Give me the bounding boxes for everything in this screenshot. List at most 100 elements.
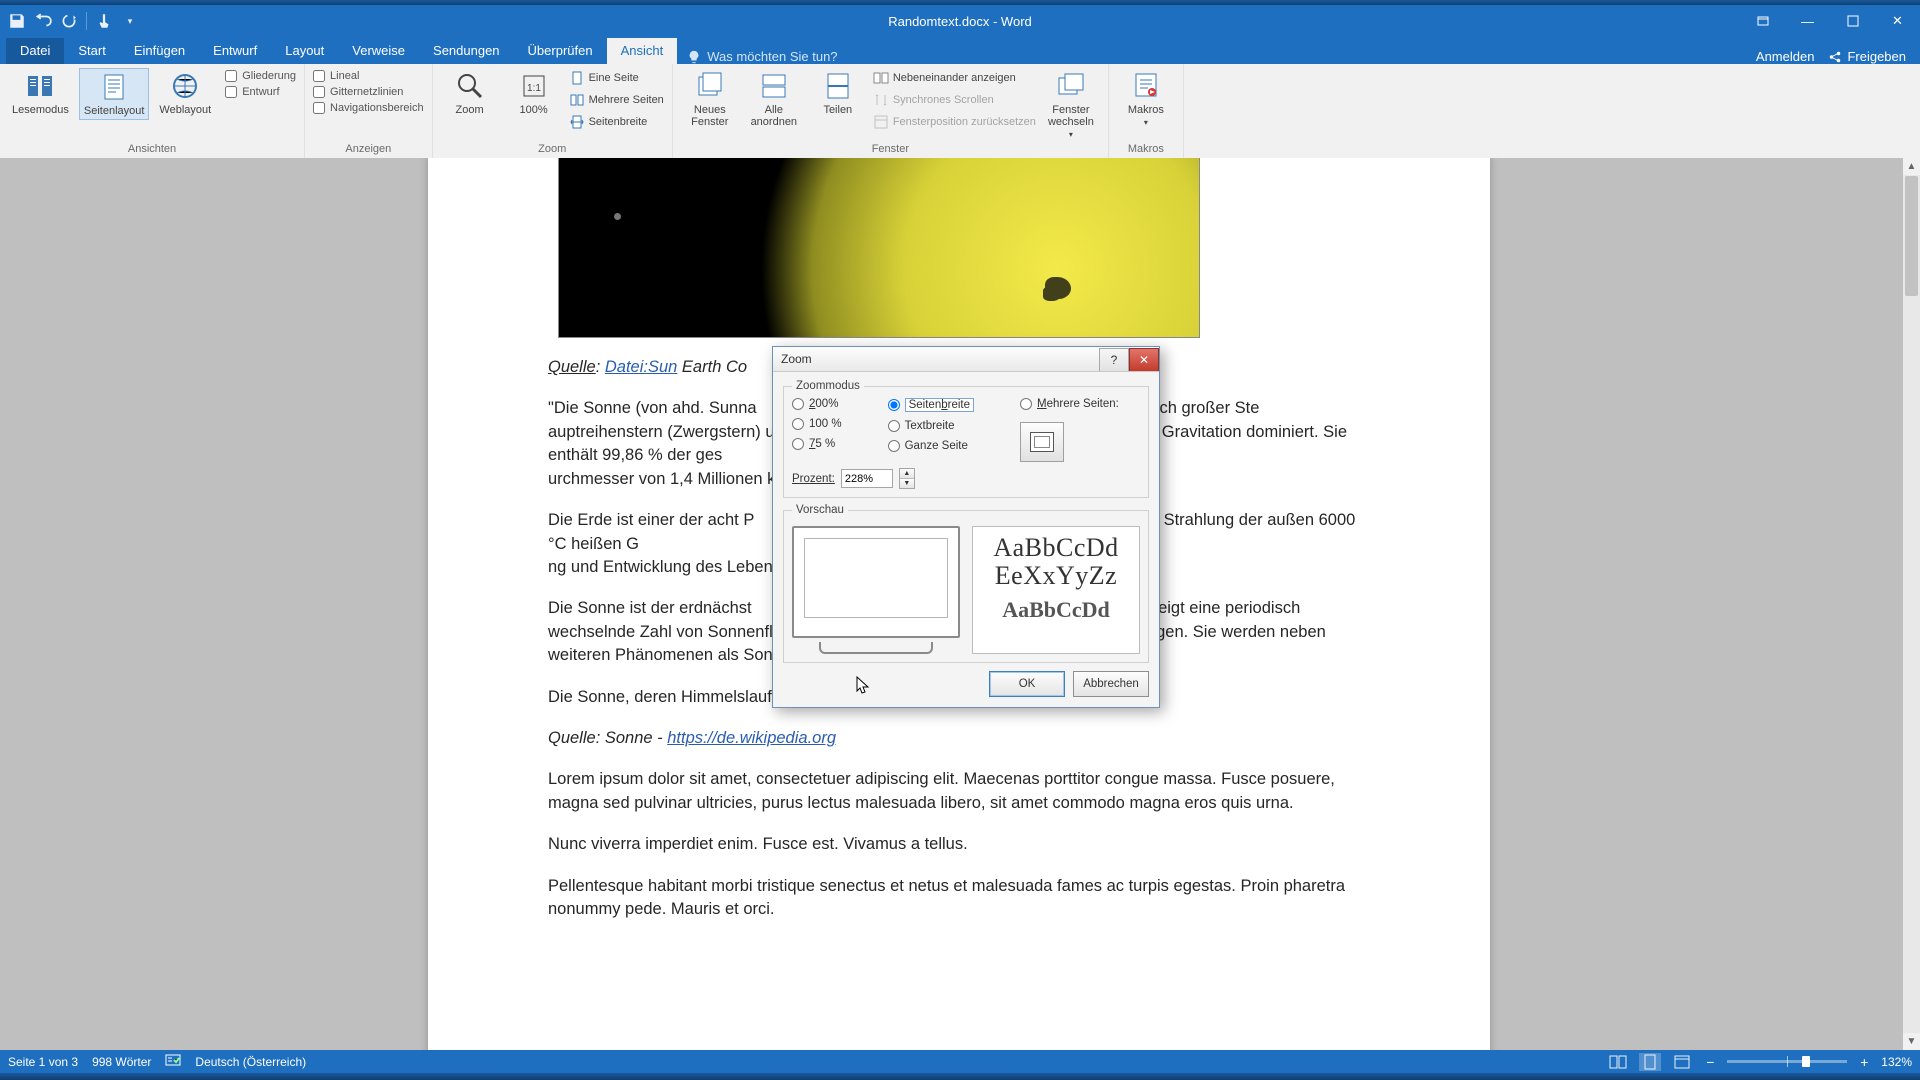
view-print-icon[interactable]: [1639, 1053, 1661, 1071]
page-width-button[interactable]: Seitenbreite: [569, 114, 664, 130]
radio-200[interactable]: 200%: [792, 398, 842, 410]
status-page[interactable]: Seite 1 von 3: [8, 1055, 78, 1069]
tell-me-search[interactable]: Was möchten Sie tun?: [687, 49, 837, 64]
radio-page-width[interactable]: Seitenbreite: [888, 398, 974, 412]
tab-start[interactable]: Start: [64, 38, 119, 64]
source-line: Quelle: Sonne - https://de.wikipedia.org: [548, 727, 1370, 750]
tab-mailings[interactable]: Sendungen: [419, 38, 514, 64]
spin-up-icon[interactable]: ▲: [900, 469, 914, 479]
status-proofing-icon[interactable]: [165, 1053, 181, 1070]
cancel-button[interactable]: Abbrechen: [1073, 671, 1149, 697]
save-icon[interactable]: [8, 12, 26, 30]
vertical-scrollbar[interactable]: ▲ ▼: [1903, 158, 1920, 1050]
undo-icon[interactable]: [34, 12, 52, 30]
ruler-checkbox[interactable]: Lineal: [313, 70, 424, 82]
outline-checkbox[interactable]: Gliederung: [225, 70, 296, 82]
split-button[interactable]: Teilen: [809, 68, 867, 118]
zoom-in-button[interactable]: +: [1857, 1054, 1871, 1070]
tab-references[interactable]: Verweise: [338, 38, 419, 64]
one-page-button[interactable]: Eine Seite: [569, 70, 664, 86]
one-page-icon: [569, 70, 585, 86]
arrange-all-icon: [758, 70, 790, 102]
side-by-side-icon: [873, 70, 889, 86]
ribbon-tabs: Datei Start Einfügen Entwurf Layout Verw…: [0, 37, 1920, 64]
print-layout-button[interactable]: Seitenlayout: [79, 68, 150, 120]
document-image-sun[interactable]: [558, 158, 1200, 338]
macros-button[interactable]: Makros▾: [1117, 68, 1175, 129]
tab-file[interactable]: Datei: [6, 38, 64, 64]
qat-customize-icon[interactable]: ▾: [121, 12, 139, 30]
radio-text-width[interactable]: Textbreite: [888, 420, 974, 432]
zoom-out-button[interactable]: −: [1703, 1054, 1717, 1070]
read-mode-button[interactable]: Lesemodus: [8, 68, 73, 118]
scroll-up-icon[interactable]: ▲: [1903, 158, 1920, 175]
zoom-mode-group: Zoommodus 200% 100 % 75 % Seitenbreite T…: [783, 380, 1149, 498]
ribbon-group-zoom: Zoom 1:1 100% Eine Seite Mehrere Seiten …: [433, 64, 673, 158]
read-mode-icon: [24, 70, 56, 102]
spin-down-icon[interactable]: ▼: [900, 479, 914, 488]
window-controls: — ✕: [1740, 9, 1920, 34]
new-window-button[interactable]: Neues Fenster: [681, 68, 739, 130]
tell-me-placeholder: Was möchten Sie tun?: [707, 49, 837, 64]
group-label-window: Fenster: [681, 141, 1100, 158]
navpane-checkbox[interactable]: Navigationsbereich: [313, 102, 424, 114]
side-by-side-button[interactable]: Nebeneinander anzeigen: [873, 70, 1036, 86]
radio-100[interactable]: 100 %: [792, 418, 842, 430]
share-button[interactable]: Freigeben: [1828, 49, 1906, 64]
tab-design[interactable]: Entwurf: [199, 38, 271, 64]
preview-monitor: [792, 526, 960, 654]
macros-icon: [1130, 70, 1162, 102]
close-button[interactable]: ✕: [1875, 9, 1920, 34]
zoom-slider[interactable]: [1727, 1060, 1847, 1063]
share-icon: [1828, 50, 1842, 64]
radio-many-pages[interactable]: Mehrere Seiten:: [1020, 398, 1119, 410]
zoom-button[interactable]: Zoom: [441, 68, 499, 118]
reset-window-pos-button[interactable]: Fensterposition zurücksetzen: [873, 114, 1036, 130]
percent-spinner[interactable]: ▲▼: [899, 468, 915, 489]
preview-legend: Vorschau: [792, 504, 848, 516]
radio-75[interactable]: 75 %: [792, 438, 842, 450]
view-web-icon[interactable]: [1671, 1053, 1693, 1071]
arrange-all-button[interactable]: Alle anordnen: [745, 68, 803, 130]
ok-button[interactable]: OK: [989, 671, 1065, 697]
draft-checkbox[interactable]: Entwurf: [225, 86, 296, 98]
web-layout-button[interactable]: Weblayout: [155, 68, 215, 118]
dialog-close-button[interactable]: ✕: [1129, 348, 1159, 371]
multi-page-button[interactable]: Mehrere Seiten: [569, 92, 664, 108]
sync-scroll-button[interactable]: Synchrones Scrollen: [873, 92, 1036, 108]
tab-view[interactable]: Ansicht: [607, 38, 678, 64]
split-icon: [822, 70, 854, 102]
many-pages-picker[interactable]: [1020, 422, 1064, 462]
group-label-show: Anzeigen: [313, 141, 424, 158]
touch-mode-icon[interactable]: [95, 12, 113, 30]
dialog-help-button[interactable]: ?: [1099, 348, 1129, 371]
dialog-titlebar[interactable]: Zoom ? ✕: [773, 347, 1159, 372]
maximize-button[interactable]: [1830, 9, 1875, 34]
percent-label: Prozent:: [792, 473, 835, 485]
scrollbar-thumb[interactable]: [1905, 176, 1918, 296]
ribbon: Lesemodus Seitenlayout Weblayout Glieder…: [0, 64, 1920, 159]
source-link[interactable]: https://de.wikipedia.org: [667, 729, 836, 747]
caption-link[interactable]: Datei:Sun: [605, 358, 677, 376]
zoom-mode-legend: Zoommodus: [792, 380, 864, 392]
zoom-100-button[interactable]: 1:1 100%: [505, 68, 563, 118]
tab-review[interactable]: Überprüfen: [514, 38, 607, 64]
tab-layout[interactable]: Layout: [271, 38, 338, 64]
view-read-icon[interactable]: [1607, 1053, 1629, 1071]
radio-whole-page[interactable]: Ganze Seite: [888, 440, 974, 452]
status-zoom[interactable]: 132%: [1881, 1055, 1912, 1069]
tab-insert[interactable]: Einfügen: [120, 38, 199, 64]
repeat-icon[interactable]: [60, 12, 78, 30]
ribbon-options-icon[interactable]: [1740, 9, 1785, 34]
minimize-button[interactable]: —: [1785, 9, 1830, 34]
sign-in-link[interactable]: Anmelden: [1756, 49, 1815, 64]
status-word-count[interactable]: 998 Wörter: [92, 1055, 151, 1069]
ribbon-group-macros: Makros▾ Makros: [1109, 64, 1184, 158]
gridlines-checkbox[interactable]: Gitternetzlinien: [313, 86, 424, 98]
scroll-down-icon[interactable]: ▼: [1903, 1033, 1920, 1050]
switch-windows-button[interactable]: Fenster wechseln▾: [1042, 68, 1100, 141]
zoom-slider-thumb[interactable]: [1802, 1056, 1810, 1067]
status-language[interactable]: Deutsch (Österreich): [195, 1055, 306, 1069]
percent-input[interactable]: [841, 469, 893, 488]
zoom-dialog: Zoom ? ✕ Zoommodus 200% 100 % 75 % Seite…: [772, 346, 1160, 708]
